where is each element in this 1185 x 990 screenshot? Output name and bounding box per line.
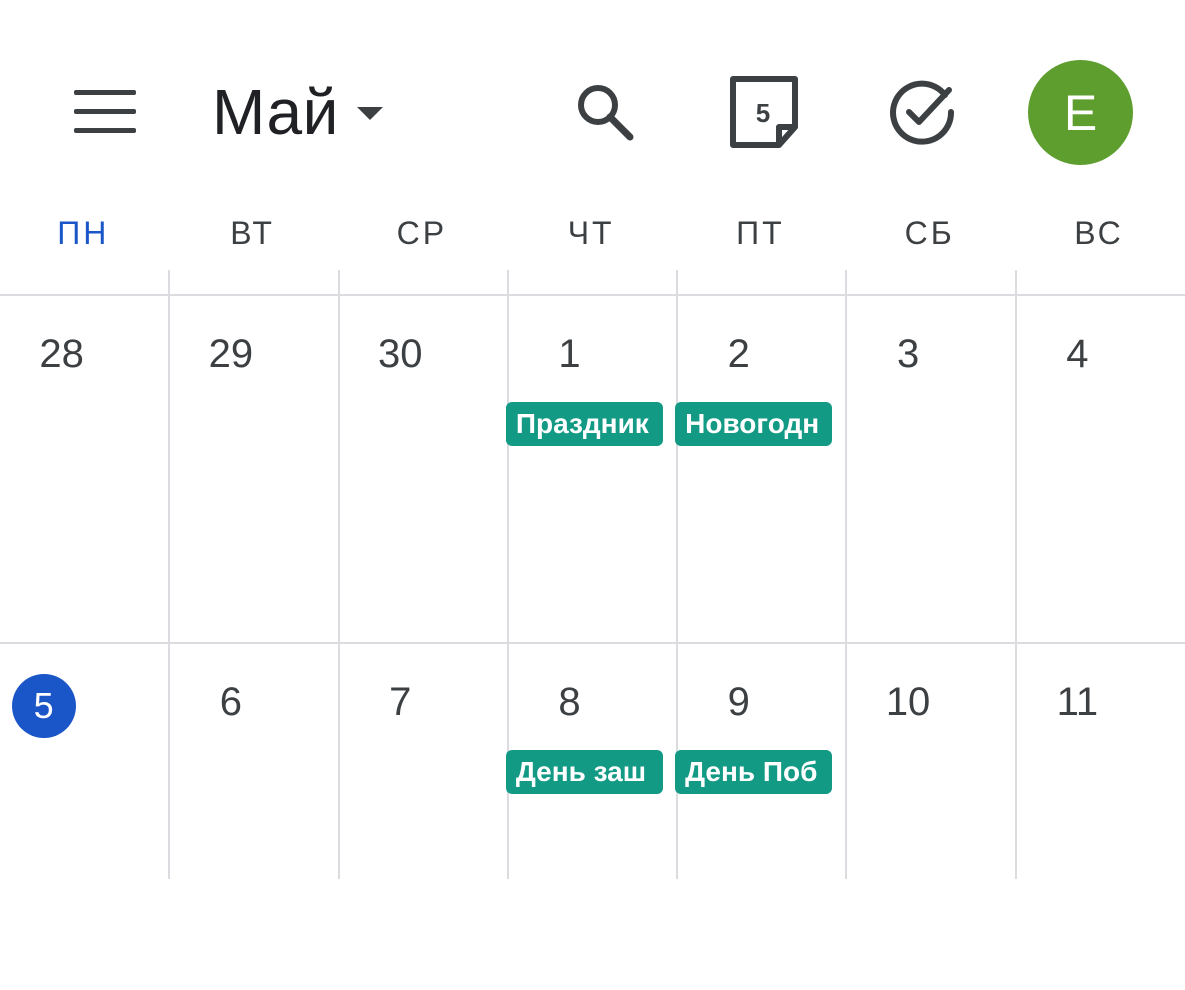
month-picker[interactable]: Май [212,72,383,152]
today-date-number[interactable]: 5 [11,674,76,738]
date-number[interactable]: 4 [1027,334,1127,374]
menu-icon [74,90,136,133]
date-number[interactable]: 7 [350,682,450,722]
check-circle-icon [890,80,955,145]
top-app-bar: Май 5 E [0,0,1185,200]
date-number[interactable]: 10 [858,682,958,722]
weekday-label: ВС [1074,215,1124,251]
account-avatar[interactable]: E [1028,60,1133,165]
date-number[interactable]: 11 [1027,682,1127,722]
search-icon [578,85,634,141]
event-chip[interactable]: День Поб [675,750,833,794]
date-number[interactable]: 6 [181,682,281,722]
event-chip[interactable]: День заш [505,750,664,794]
menu-button[interactable] [60,74,150,150]
event-chip[interactable]: Праздник [505,402,664,446]
date-number[interactable]: 3 [858,334,958,374]
date-number[interactable]: 1 [520,334,620,374]
date-number[interactable]: 30 [350,334,450,374]
event-chip[interactable]: Новогодн [675,402,833,446]
tasks-button[interactable] [877,67,967,157]
today-button[interactable]: 5 [718,67,808,157]
weekday-label: ВТ [230,215,275,251]
month-title: Май [212,76,339,148]
weekday-header: ПН ВТ СР ЧТ ПТ СБ ВС [0,215,1185,270]
date-number[interactable]: 29 [181,334,281,374]
weekday-label: СБ [904,215,955,251]
weekday-label: СР [396,215,448,251]
date-number[interactable]: 28 [12,334,112,374]
weekday-label: ПТ [736,215,785,251]
weekday-label: ЧТ [567,215,615,251]
caret-down-icon [356,107,383,120]
today-number: 5 [755,97,771,128]
date-number[interactable]: 9 [689,682,789,722]
weekday-label: ПН [57,215,110,251]
date-number[interactable]: 8 [520,682,620,722]
month-grid: 28 29 30 1 2 3 4 Праздник Новогодн 5 6 7 8 9 10 11 День … [0,270,1185,879]
date-number[interactable]: 2 [689,334,789,374]
search-button[interactable] [560,67,650,157]
